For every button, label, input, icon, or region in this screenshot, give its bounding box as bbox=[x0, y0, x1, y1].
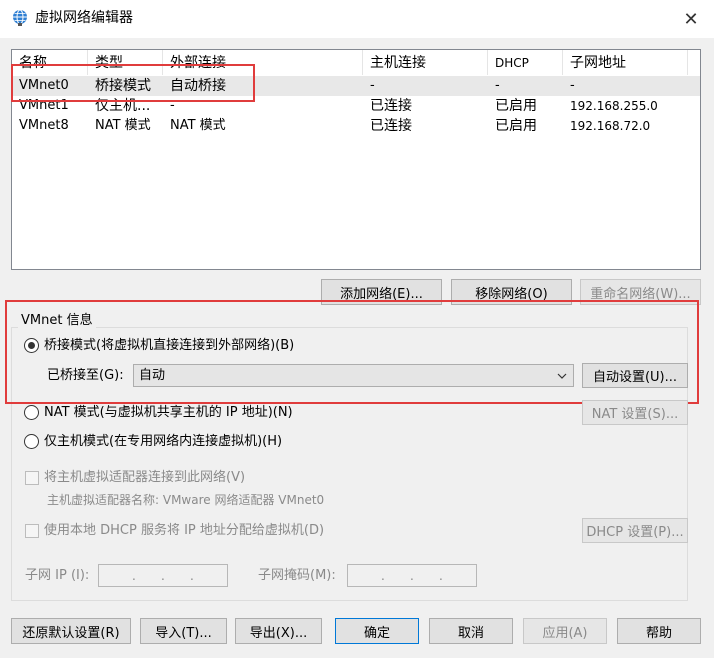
cell-dhcp: - bbox=[495, 78, 500, 93]
cell-subnet: - bbox=[570, 78, 575, 93]
cell-type: NAT 模式 bbox=[95, 118, 151, 133]
cell-host: 已连接 bbox=[370, 118, 412, 134]
adapter-name-text: 主机虚拟适配器名称: VMware 网络适配器 VMnet0 bbox=[47, 493, 325, 507]
dhcp-checkbox[interactable] bbox=[25, 524, 39, 538]
apply-button[interactable]: 应用(A) bbox=[523, 618, 607, 644]
highlight-box-info bbox=[5, 300, 699, 404]
hostonly-radio[interactable] bbox=[24, 434, 39, 449]
cell-external: NAT 模式 bbox=[170, 118, 226, 133]
help-button[interactable]: 帮助 bbox=[617, 618, 701, 644]
nat-settings-button[interactable]: NAT 设置(S)... bbox=[582, 400, 688, 425]
close-button[interactable]: ✕ bbox=[678, 6, 704, 32]
cancel-button[interactable]: 取消 bbox=[429, 618, 513, 644]
subnet-mask-input[interactable]: ... bbox=[347, 564, 477, 587]
restore-defaults-button[interactable]: 还原默认设置(R) bbox=[11, 618, 131, 644]
window-title: 虚拟网络编辑器 bbox=[35, 10, 133, 26]
connect-adapter-checkbox[interactable] bbox=[25, 471, 39, 485]
export-button[interactable]: 导出(X)... bbox=[235, 618, 322, 644]
import-button[interactable]: 导入(T)... bbox=[140, 618, 227, 644]
cell-host: 已连接 bbox=[370, 98, 412, 114]
globe-network-icon bbox=[13, 9, 27, 26]
connect-adapter-label[interactable]: 将主机虚拟适配器连接到此网络(V) bbox=[44, 469, 245, 487]
nat-radio-label[interactable]: NAT 模式(与虚拟机共享主机的 IP 地址)(N) bbox=[44, 404, 293, 422]
dhcp-settings-button[interactable]: DHCP 设置(P)... bbox=[582, 518, 688, 543]
cell-dhcp: 已启用 bbox=[495, 98, 537, 114]
nat-radio[interactable] bbox=[24, 405, 39, 420]
header-subnet[interactable]: 子网地址 bbox=[563, 50, 688, 75]
header-dhcp[interactable]: DHCP bbox=[488, 50, 563, 75]
cell-host: - bbox=[370, 78, 375, 93]
subnet-ip-label: 子网 IP (I): bbox=[25, 568, 90, 583]
close-icon: ✕ bbox=[683, 8, 699, 30]
hostonly-radio-label[interactable]: 仅主机模式(在专用网络内连接虚拟机)(H) bbox=[44, 433, 282, 451]
table-row[interactable]: VMnet8 NAT 模式 NAT 模式 已连接 已启用 192.168.72.… bbox=[12, 116, 700, 136]
header-host[interactable]: 主机连接 bbox=[363, 50, 488, 75]
cell-subnet: 192.168.255.0 bbox=[570, 99, 658, 113]
cell-dhcp: 已启用 bbox=[495, 118, 537, 134]
cell-name: VMnet8 bbox=[19, 118, 69, 133]
subnet-ip-input[interactable]: ... bbox=[98, 564, 228, 587]
highlight-box-row bbox=[11, 64, 255, 102]
cell-subnet: 192.168.72.0 bbox=[570, 119, 651, 133]
dhcp-checkbox-label[interactable]: 使用本地 DHCP 服务将 IP 地址分配给虚拟机(D) bbox=[44, 522, 324, 540]
ok-button[interactable]: 确定 bbox=[335, 618, 419, 644]
subnet-mask-label: 子网掩码(M): bbox=[258, 568, 336, 583]
